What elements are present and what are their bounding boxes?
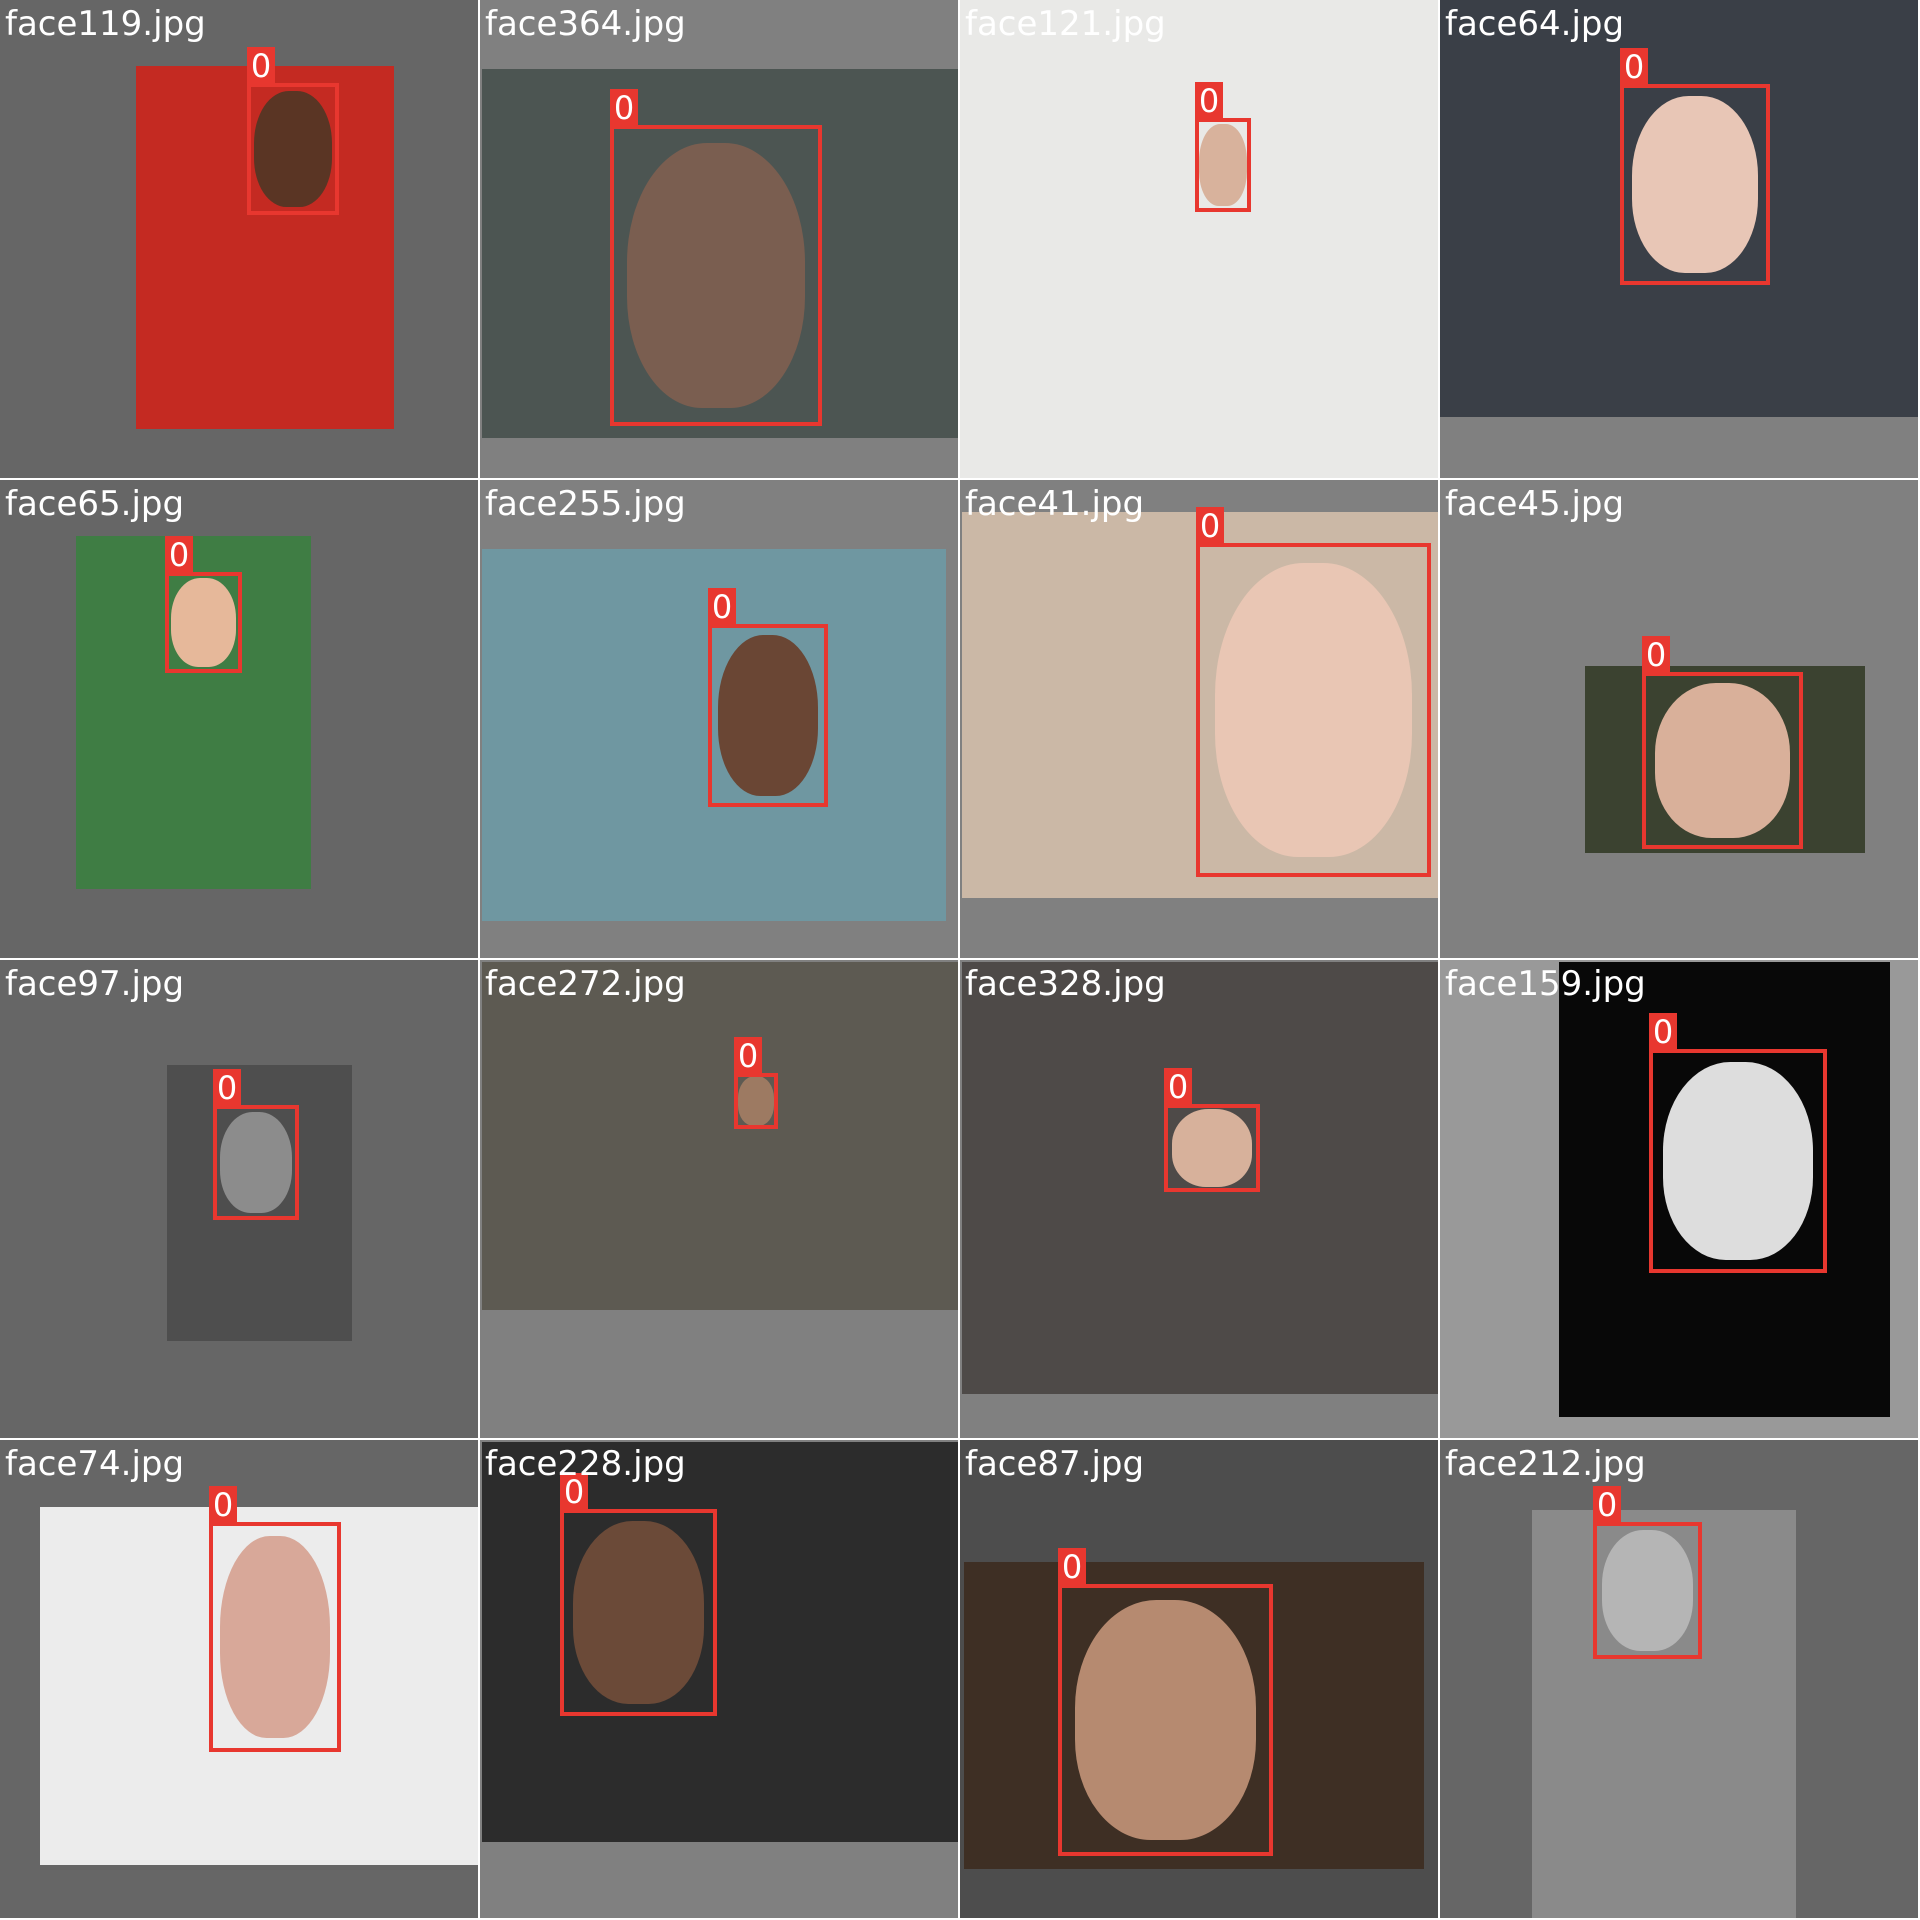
bbox-class-label: 0 (1058, 1548, 1086, 1586)
grid-tile: 0 face364.jpg (480, 0, 958, 478)
bbox-class-label: 0 (165, 536, 193, 574)
face-bounding-box (247, 83, 339, 215)
tile-photo (482, 962, 958, 1310)
grid-tile: 0 face41.jpg (960, 480, 1438, 958)
grid-tile: 0 face328.jpg (960, 960, 1438, 1438)
bbox-class-label: 0 (1620, 48, 1648, 86)
tile-filename: face65.jpg (5, 484, 185, 524)
tile-filename: face74.jpg (5, 1444, 185, 1484)
face-bounding-box (610, 125, 822, 426)
tile-photo (482, 1442, 958, 1842)
face-bounding-box (1058, 1584, 1273, 1856)
tile-filename: face87.jpg (965, 1444, 1145, 1484)
bbox-class-label: 0 (1195, 82, 1223, 120)
face-bounding-box (1195, 118, 1251, 212)
grid-tile: 0 face97.jpg (0, 960, 478, 1438)
tile-filename: face255.jpg (485, 484, 686, 524)
face-bounding-box (1196, 543, 1431, 877)
face-bounding-box (1164, 1104, 1260, 1192)
bbox-class-label: 0 (1164, 1068, 1192, 1106)
grid-tile: 0 face65.jpg (0, 480, 478, 958)
bbox-class-label: 0 (560, 1473, 588, 1511)
bbox-class-label: 0 (708, 588, 736, 626)
bbox-class-label: 0 (247, 47, 275, 85)
grid-tile: 0 face272.jpg (480, 960, 958, 1438)
grid-tile: 0 face121.jpg (960, 0, 1438, 478)
grid-tile: 0 face119.jpg (0, 0, 478, 478)
tile-filename: face97.jpg (5, 964, 185, 1004)
bbox-class-label: 0 (213, 1069, 241, 1107)
bbox-class-label: 0 (1649, 1013, 1677, 1051)
face-bounding-box (1642, 672, 1803, 849)
grid-tile: 0 face212.jpg (1440, 1440, 1918, 1918)
face-bounding-box (708, 624, 828, 807)
bbox-class-label: 0 (610, 89, 638, 127)
grid-tile: 0 face228.jpg (480, 1440, 958, 1918)
grid-tile: 0 face45.jpg (1440, 480, 1918, 958)
grid-tile: 0 face159.jpg (1440, 960, 1918, 1438)
tile-filename: face45.jpg (1445, 484, 1625, 524)
bbox-class-label: 0 (209, 1486, 237, 1524)
face-bounding-box (213, 1105, 299, 1220)
tile-filename: face364.jpg (485, 4, 686, 44)
bbox-class-label: 0 (1642, 636, 1670, 674)
bbox-class-label: 0 (734, 1037, 762, 1075)
face-bounding-box (165, 572, 242, 673)
face-bounding-box (1649, 1049, 1827, 1273)
image-grid: 0 face119.jpg 0 face364.jpg 0 face121.jpg 0 fac… (0, 0, 1920, 1920)
grid-tile: 0 face87.jpg (960, 1440, 1438, 1918)
bbox-class-label: 0 (1593, 1486, 1621, 1524)
face-bounding-box (734, 1073, 778, 1129)
face-bounding-box (1620, 84, 1770, 285)
face-bounding-box (1593, 1522, 1702, 1659)
grid-tile: 0 face255.jpg (480, 480, 958, 958)
grid-tile: 0 face74.jpg (0, 1440, 478, 1918)
tile-photo (960, 0, 1438, 478)
tile-filename: face212.jpg (1445, 1444, 1646, 1484)
face-bounding-box (560, 1509, 717, 1716)
grid-tile: 0 face64.jpg (1440, 0, 1918, 478)
face-bounding-box (209, 1522, 341, 1752)
tile-filename: face119.jpg (5, 4, 206, 44)
bbox-class-label: 0 (1196, 507, 1224, 545)
